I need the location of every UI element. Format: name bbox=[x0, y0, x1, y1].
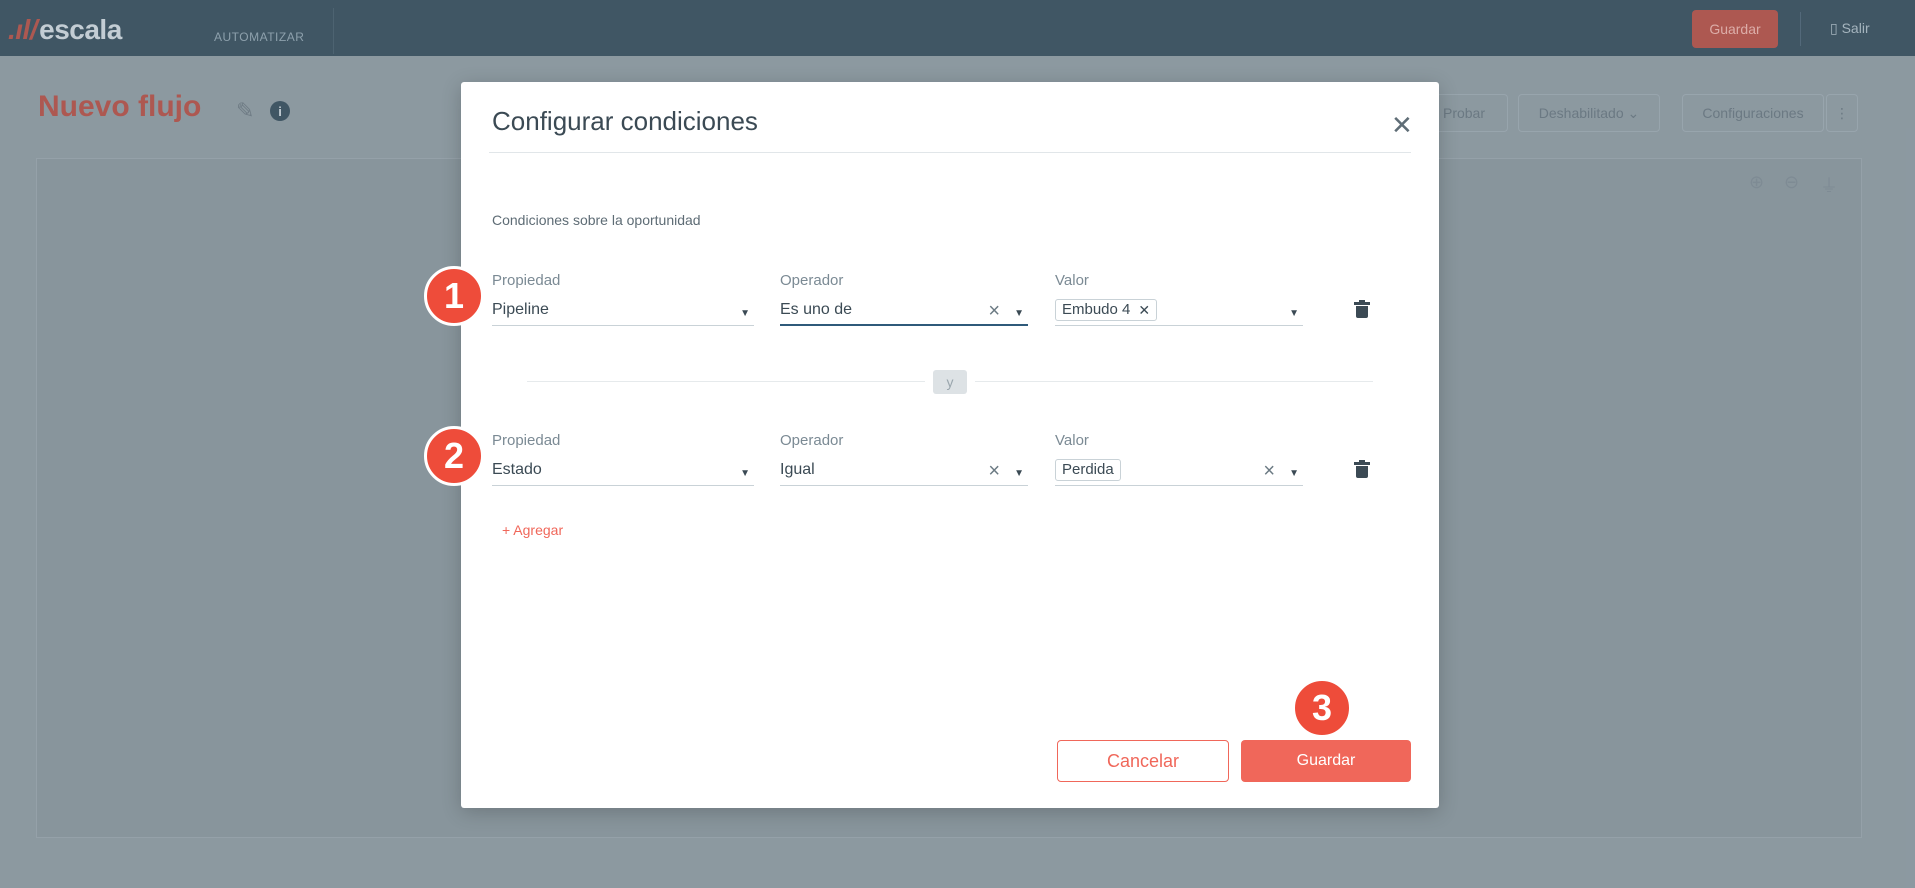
property-value-box-1[interactable]: Pipeline ▼ bbox=[492, 298, 754, 326]
clear-icon[interactable]: × bbox=[1263, 458, 1275, 484]
operator-value-box-1[interactable]: Es uno de × ▼ bbox=[780, 298, 1028, 326]
value-select-1[interactable]: Valor Embudo 4 ✕ ▼ bbox=[1055, 272, 1303, 326]
operator-value-2: Igual bbox=[780, 461, 815, 478]
modal-title: Configurar condiciones bbox=[492, 106, 758, 136]
caret-down-icon[interactable]: ▼ bbox=[740, 462, 750, 486]
caret-down-icon[interactable]: ▼ bbox=[1014, 462, 1024, 486]
property-label-1: Propiedad bbox=[492, 272, 561, 289]
caret-down-icon[interactable]: ▼ bbox=[740, 302, 750, 326]
value-label-1: Valor bbox=[1055, 272, 1089, 289]
close-icon[interactable]: ✕ bbox=[1391, 112, 1413, 138]
value-select-2[interactable]: Valor Perdida × ▼ bbox=[1055, 432, 1303, 486]
step-marker-1: 1 bbox=[424, 266, 484, 326]
operator-label-2: Operador bbox=[780, 432, 844, 449]
operator-select-2[interactable]: Operador Igual × ▼ bbox=[780, 432, 1028, 486]
value-chip-2: Perdida bbox=[1055, 459, 1121, 481]
caret-down-icon[interactable]: ▼ bbox=[1014, 302, 1024, 326]
value-chip-1: Embudo 4 ✕ bbox=[1055, 299, 1158, 321]
property-value-box-2[interactable]: Estado ▼ bbox=[492, 458, 754, 486]
property-value-1: Pipeline bbox=[492, 301, 549, 318]
joiner-line-left bbox=[527, 381, 925, 382]
operator-value-box-2[interactable]: Igual × ▼ bbox=[780, 458, 1028, 486]
value-box-1[interactable]: Embudo 4 ✕ ▼ bbox=[1055, 298, 1303, 326]
value-chip-text-2: Perdida bbox=[1062, 461, 1114, 478]
add-condition-link[interactable]: + Agregar bbox=[502, 522, 563, 538]
trash-icon[interactable] bbox=[1354, 460, 1370, 478]
operator-label-1: Operador bbox=[780, 272, 844, 289]
operator-value-1: Es uno de bbox=[780, 301, 853, 318]
modal-divider bbox=[489, 152, 1411, 153]
caret-down-icon[interactable]: ▼ bbox=[1289, 302, 1299, 326]
cancel-button[interactable]: Cancelar bbox=[1057, 740, 1229, 782]
property-select-1[interactable]: Propiedad Pipeline ▼ bbox=[492, 272, 754, 326]
remove-chip-icon[interactable]: ✕ bbox=[1138, 300, 1150, 320]
property-select-2[interactable]: Propiedad Estado ▼ bbox=[492, 432, 754, 486]
value-label-2: Valor bbox=[1055, 432, 1089, 449]
section-label: Condiciones sobre la oportunidad bbox=[492, 212, 701, 228]
caret-down-icon[interactable]: ▼ bbox=[1289, 462, 1299, 486]
clear-icon[interactable]: × bbox=[988, 298, 1000, 324]
step-marker-2: 2 bbox=[424, 426, 484, 486]
step-marker-3: 3 bbox=[1292, 678, 1352, 738]
value-box-2[interactable]: Perdida × ▼ bbox=[1055, 458, 1303, 486]
and-joiner: y bbox=[933, 370, 967, 394]
property-label-2: Propiedad bbox=[492, 432, 561, 449]
joiner-line-right bbox=[975, 381, 1373, 382]
save-button[interactable]: Guardar bbox=[1241, 740, 1411, 782]
clear-icon[interactable]: × bbox=[988, 458, 1000, 484]
property-value-2: Estado bbox=[492, 461, 542, 478]
value-chip-text-1: Embudo 4 bbox=[1062, 301, 1131, 318]
operator-select-1[interactable]: Operador Es uno de × ▼ bbox=[780, 272, 1028, 326]
trash-icon[interactable] bbox=[1354, 300, 1370, 318]
